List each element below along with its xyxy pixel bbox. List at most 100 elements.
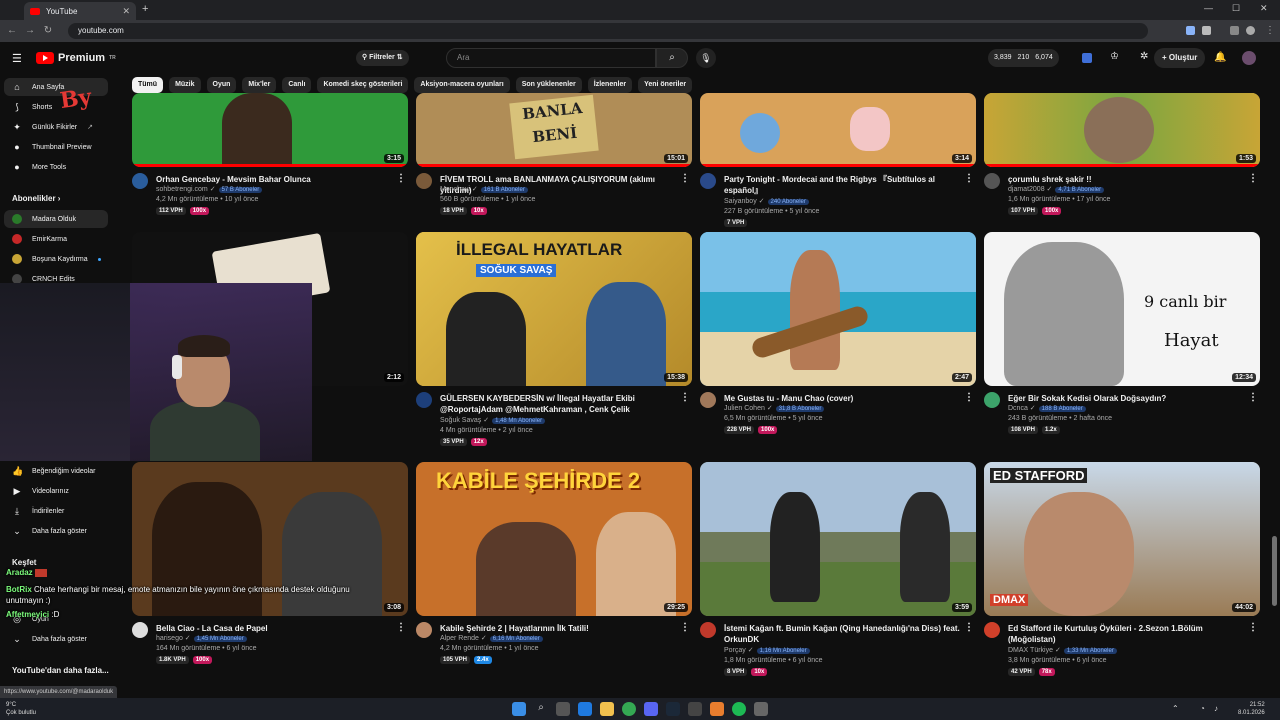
channel-name[interactable]: Porçay [724, 647, 746, 654]
new-tab-button[interactable]: + [142, 3, 148, 15]
app-icon-2[interactable] [754, 702, 768, 716]
more-options-icon[interactable]: ⋮ [1248, 622, 1258, 633]
tab-youtube[interactable]: YouTube ✕ [24, 2, 136, 20]
channel-name[interactable]: harisego [156, 635, 183, 642]
channel-avatar[interactable] [700, 173, 716, 189]
file-explorer-icon[interactable] [600, 702, 614, 716]
chip-games[interactable]: Oyun [206, 77, 237, 93]
video-card[interactable]: İLLEGAL HAYATLAR SOĞUK SAVAŞ 15:38 GÜLERSEN… [416, 232, 692, 446]
video-title[interactable]: İstemi Kağan ft. Bumin Kağan (Qing Haned… [724, 623, 964, 645]
video-thumbnail[interactable]: ED STAFFORD DMAX 44:02 [984, 462, 1260, 616]
video-thumbnail[interactable]: 1:53 [984, 93, 1260, 167]
sidebar-sub-emirkarma[interactable]: EmirKarma [4, 230, 108, 248]
browser-menu-icon[interactable]: ⋮ [1264, 25, 1276, 37]
channel-name[interactable]: Soğuk Savaş [440, 417, 481, 424]
video-card[interactable]: KABİLE ŞEHİRDE 2 29:25 Kabile Şehirde 2 | … [416, 462, 692, 676]
sidebar-item-your-videos[interactable]: ▶ Videolarınız [4, 482, 108, 500]
sidebar-sub-madara-olduk[interactable]: Madara Olduk [4, 210, 108, 228]
video-thumbnail[interactable]: KABİLE ŞEHİRDE 2 29:25 [416, 462, 692, 616]
video-card[interactable]: 9 canlı bir Hayat 12:34 Eğer Bir Sokak Kedi… [984, 232, 1260, 446]
clock[interactable]: 21:52 8.01.2026 [1238, 701, 1265, 717]
chip-mixes[interactable]: Mix'ler [242, 77, 277, 93]
sidebar-item-home[interactable]: ⌂ Ana Sayfa [4, 78, 108, 96]
video-thumbnail[interactable]: 3:15 [132, 93, 408, 167]
channel-name[interactable]: Monchayi [440, 186, 470, 193]
more-options-icon[interactable]: ⋮ [680, 392, 690, 403]
channel-name[interactable]: Julien Cohen [724, 405, 765, 412]
chip-recently-uploaded[interactable]: Son yüklenenler [515, 77, 582, 93]
more-options-icon[interactable]: ⋮ [1248, 392, 1258, 403]
chip-comedy[interactable]: Komedi skeç gösterileri [317, 77, 409, 93]
sidebar-explore-show-more[interactable]: ⌄ Daha fazla göster [4, 630, 108, 648]
more-options-icon[interactable]: ⋮ [964, 622, 974, 633]
channel-name[interactable]: sohbetrengi.com [156, 186, 208, 193]
video-card[interactable]: 3:59 İstemi Kağan ft. Bumin Kağan (Qing H… [700, 462, 976, 676]
video-title[interactable]: çorumlu shrek şakir !! [1008, 174, 1248, 185]
video-title[interactable]: Eğer Bir Sokak Kedisi Olarak Doğsaydın? [1008, 393, 1248, 404]
chrome-icon[interactable] [622, 702, 636, 716]
more-options-icon[interactable]: ⋮ [396, 622, 406, 633]
maximize-button[interactable]: ☐ [1232, 3, 1240, 14]
extensions-puzzle-icon[interactable] [1202, 26, 1211, 35]
video-thumbnail[interactable]: 3:14 [700, 93, 976, 167]
chip-action-adventure[interactable]: Aksiyon-macera oyunları [414, 77, 510, 93]
video-title[interactable]: Kabile Şehirde 2 | Hayatlarının İlk Tati… [440, 623, 680, 634]
subscriptions-header[interactable]: Abonelikler › [12, 194, 60, 203]
sidebar-sub-bosuna-kaydirma[interactable]: Boşuna Kaydırma [4, 250, 108, 268]
channel-name[interactable]: Saiyanboy [724, 198, 757, 205]
channel-avatar[interactable] [700, 622, 716, 638]
reload-icon[interactable]: ↻ [42, 25, 54, 37]
video-thumbnail[interactable]: İLLEGAL HAYATLAR SOĞUK SAVAŞ 15:38 [416, 232, 692, 386]
video-title[interactable]: GÜLERSEN KAYBEDERSİN w/ İllegal Hayatlar… [440, 393, 680, 415]
video-thumbnail[interactable]: 3:59 [700, 462, 976, 616]
extension-badge-icon[interactable] [1082, 53, 1092, 63]
channel-avatar[interactable] [416, 622, 432, 638]
more-options-icon[interactable]: ⋮ [680, 173, 690, 184]
weather-widget[interactable]: 9°C Çok bulutlu [6, 701, 36, 717]
tray-chevron-icon[interactable]: ⌃ [1172, 704, 1179, 713]
more-options-icon[interactable]: ⋮ [1248, 173, 1258, 184]
video-card[interactable]: ED STAFFORD DMAX 44:02 Ed Stafford ile Kurt… [984, 462, 1260, 676]
video-card[interactable]: 3:15 Orhan Gencebay - Mevsim Bahar Olunca… [132, 93, 408, 227]
profile-avatar[interactable] [1246, 26, 1255, 35]
video-title[interactable]: Bella Ciao - La Casa de Papel [156, 623, 396, 634]
more-options-icon[interactable]: ⋮ [964, 173, 974, 184]
video-card[interactable]: 1:53 çorumlu shrek şakir !! djamat2008 ✓ 4,… [984, 93, 1260, 227]
chip-all[interactable]: Tümü [132, 77, 164, 93]
filters-button[interactable]: ⚲ Filtreler ⇅ [356, 50, 409, 66]
close-tab-icon[interactable]: ✕ [122, 6, 130, 17]
search-icon[interactable]: ⌕ [656, 48, 688, 68]
trophy-icon[interactable]: ♔ [1110, 51, 1119, 62]
account-avatar[interactable] [1242, 51, 1256, 65]
notifications-bell-icon[interactable]: 🔔 [1214, 52, 1226, 63]
scrollbar-thumb[interactable] [1272, 536, 1277, 606]
search-input[interactable]: Ara [446, 48, 656, 68]
sidebar-item-daily-ideas[interactable]: ✦ Günlük Fikirler ↗ [4, 118, 108, 136]
task-view-icon[interactable] [556, 702, 570, 716]
channel-name[interactable]: djamat2008 [1008, 186, 1045, 193]
volume-icon[interactable]: ♪ [1214, 704, 1218, 713]
channel-avatar[interactable] [416, 173, 432, 189]
create-button[interactable]: + Oluştur [1154, 48, 1206, 68]
chip-live[interactable]: Canlı [282, 77, 312, 93]
sidepanel-icon[interactable] [1230, 26, 1239, 35]
sidebar-show-more[interactable]: ⌄ Daha fazla göster [4, 522, 108, 540]
sidebar-item-thumbnail-preview[interactable]: ● Thumbnail Preview [4, 138, 108, 156]
discord-icon[interactable] [644, 702, 658, 716]
channel-avatar[interactable] [416, 392, 432, 408]
channel-name[interactable]: Dcnca [1008, 405, 1028, 412]
spotify-icon[interactable] [732, 702, 746, 716]
obs-icon[interactable] [688, 702, 702, 716]
video-card[interactable]: 3:08 Bella Ciao - La Casa de Papel hariseg… [132, 462, 408, 676]
windows-start-icon[interactable] [512, 702, 526, 716]
video-card[interactable]: BANLA BENİ 15:01 FİVEM TROLL ama BANLANMAY… [416, 93, 692, 227]
video-title[interactable]: Ed Stafford ile Kurtuluş Öyküleri - 2.Se… [1008, 623, 1248, 645]
youtube-logo[interactable]: Premium TR [36, 52, 116, 64]
taskbar-search-icon[interactable]: ⌕ [534, 702, 548, 716]
steam-icon[interactable] [666, 702, 680, 716]
stats-badge[interactable]: 3,839 210 6,074 [988, 49, 1059, 67]
edge-icon[interactable] [578, 702, 592, 716]
video-title[interactable]: Party Tonight - Mordecai and the Rigbys … [724, 174, 964, 196]
forward-icon[interactable]: → [24, 25, 36, 37]
puzzle-icon[interactable]: ✲ [1140, 51, 1148, 62]
